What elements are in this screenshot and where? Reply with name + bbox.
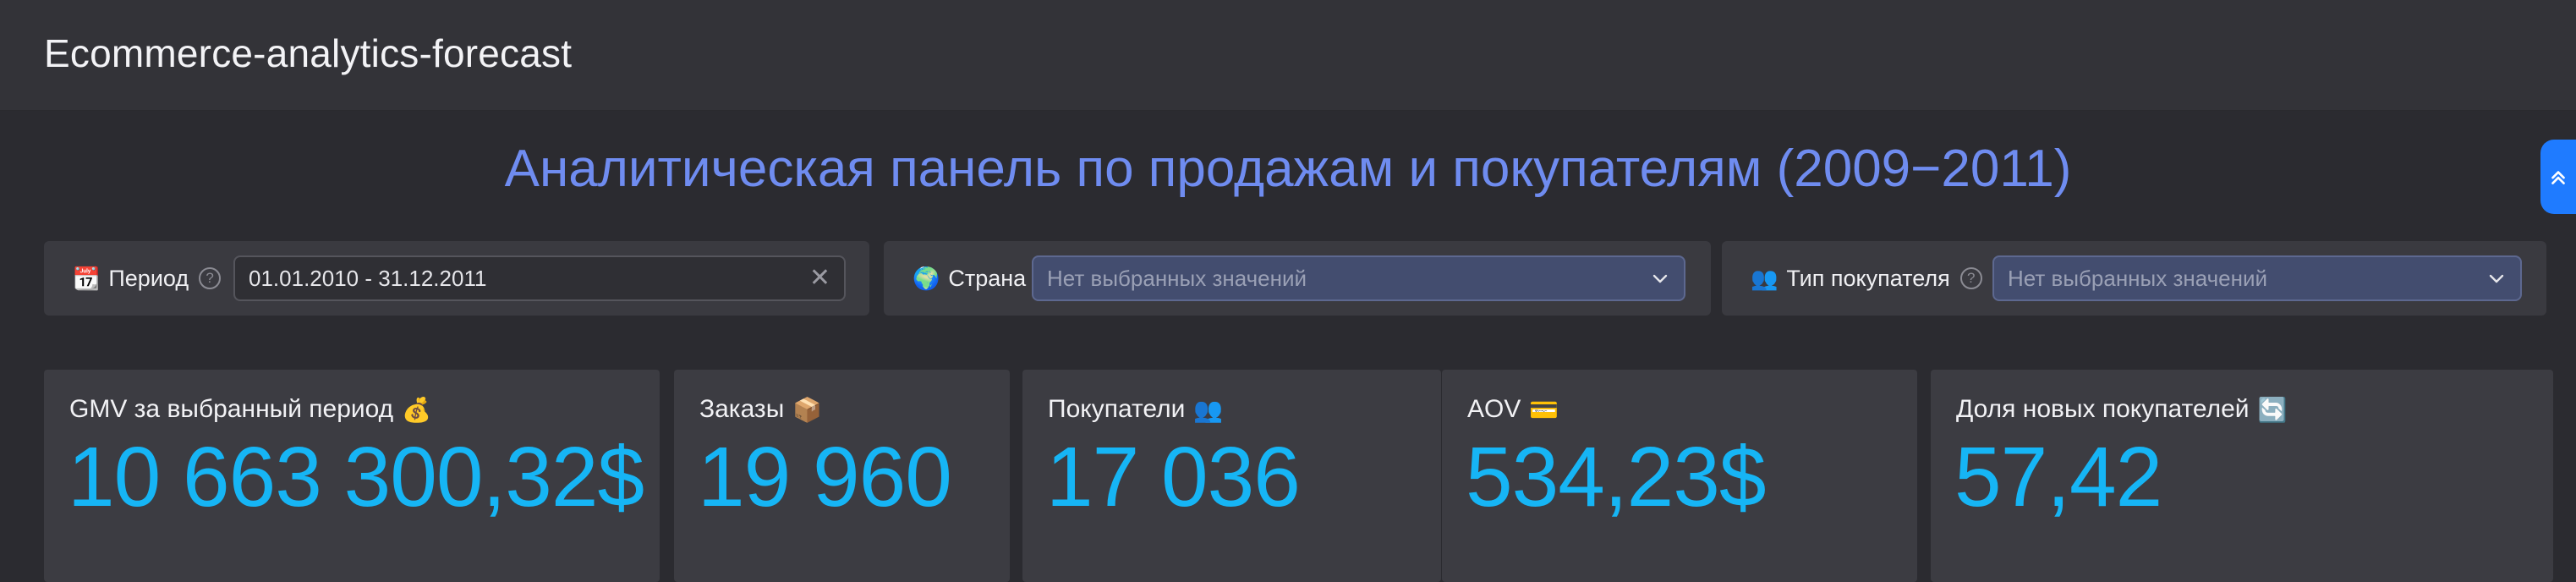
kpi-value: 10 663 300,32$: [68, 430, 644, 524]
people-icon: 👥: [1751, 265, 1779, 291]
chevron-down-icon: [2486, 268, 2507, 288]
kpi-card-customers: Покупатели 👥 17 036: [1022, 370, 1441, 582]
refresh-icon: 🔄: [2257, 396, 2288, 423]
clear-icon[interactable]: ✕: [809, 266, 830, 291]
customer-type-label: Тип покупателя: [1786, 265, 1950, 291]
people-icon: 👥: [1193, 396, 1224, 423]
kpi-label: Покупатели: [1048, 395, 1186, 423]
kpi-value: 57,42: [1954, 430, 2162, 524]
customer-type-filter: 👥 Тип покупателя ? Нет выбранных значени…: [1722, 241, 2546, 316]
calendar-icon: 📆: [73, 265, 101, 291]
period-filter: 📆 Период ? 01.01.2010 - 31.12.2011 ✕: [44, 241, 869, 316]
chevron-down-icon: [1650, 268, 1670, 288]
kpi-label: GMV за выбранный период: [69, 395, 394, 423]
country-label: Страна: [948, 265, 1027, 291]
kpi-label: Заказы: [699, 395, 785, 423]
kpi-label: AOV: [1467, 395, 1521, 423]
period-value: 01.01.2010 - 31.12.2011: [249, 265, 487, 291]
kpi-card-aov: AOV 💳 534,23$: [1442, 370, 1917, 582]
customer-type-placeholder: Нет выбранных значений: [2008, 265, 2268, 291]
kpi-card-new-customers-share: Доля новых покупателей 🔄 57,42: [1931, 370, 2553, 582]
kpi-label: Доля новых покупателей: [1956, 395, 2250, 423]
help-icon[interactable]: ?: [199, 267, 222, 289]
kpi-card-gmv: GMV за выбранный период 💰 10 663 300,32$: [44, 370, 660, 582]
double-chevron-up-icon: [2551, 171, 2565, 184]
kpi-value: 534,23$: [1466, 430, 1766, 524]
app-title: Ecommerce-analytics-forecast: [44, 31, 573, 75]
globe-icon: 🌍: [913, 265, 940, 291]
help-icon[interactable]: ?: [1959, 267, 1982, 289]
customer-type-select[interactable]: Нет выбранных значений: [1992, 255, 2522, 301]
period-date-range-input[interactable]: 01.01.2010 - 31.12.2011 ✕: [233, 255, 846, 301]
country-filter: 🌍 Страна Нет выбранных значений: [884, 241, 1711, 316]
credit-card-icon: 💳: [1529, 396, 1559, 423]
country-select[interactable]: Нет выбранных значений: [1032, 255, 1685, 301]
kpi-card-orders: Заказы 📦 19 960: [674, 370, 1010, 582]
app-header: Ecommerce-analytics-forecast: [0, 0, 2576, 111]
package-icon: 📦: [792, 396, 823, 423]
money-bag-icon: 💰: [402, 396, 432, 423]
kpi-value: 19 960: [698, 430, 952, 524]
dashboard-title: Аналитическая панель по продажам и покуп…: [504, 140, 2072, 198]
kpi-value: 17 036: [1046, 430, 1301, 524]
period-label: Период: [108, 265, 189, 291]
country-placeholder: Нет выбранных значений: [1047, 265, 1307, 291]
collapse-button[interactable]: [2540, 140, 2576, 214]
